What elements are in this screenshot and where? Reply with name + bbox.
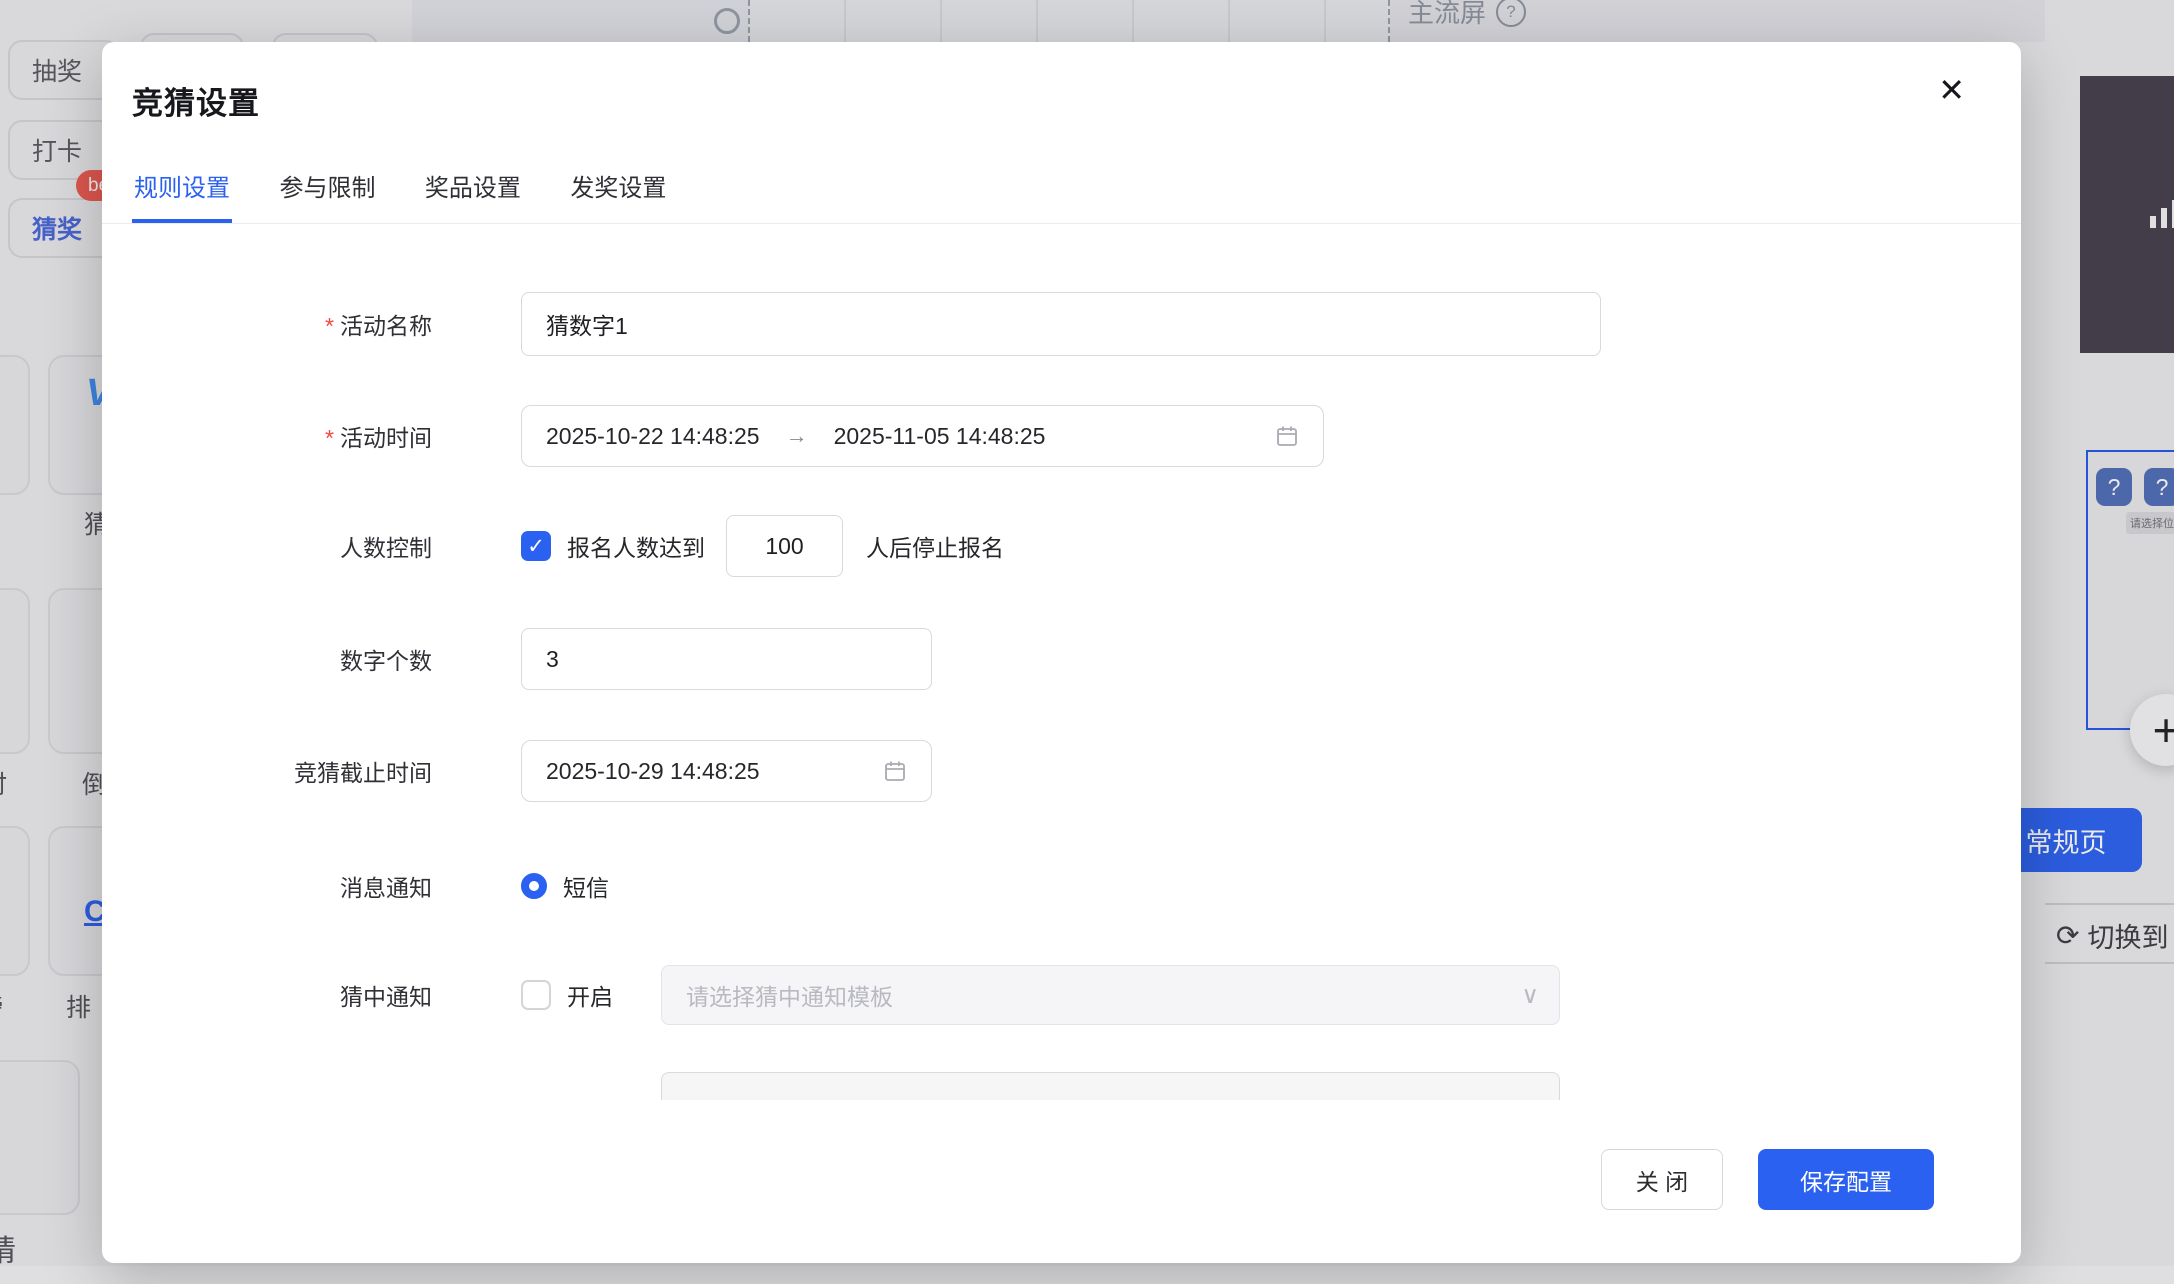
- guess-deadline-label: 竞猜截止时间: [102, 754, 432, 788]
- people-limit-suffix: 人后停止报名: [866, 529, 1004, 563]
- activity-time-row: *活动时间 2025-10-22 14:48:25 → 2025-11-05 1…: [102, 405, 2021, 467]
- digit-count-label: 数字个数: [102, 642, 432, 676]
- win-notify-checkbox[interactable]: [521, 980, 551, 1010]
- required-mark: *: [325, 425, 334, 451]
- end-time-value[interactable]: 2025-11-05 14:48:25: [834, 423, 1046, 450]
- people-limit-checkbox[interactable]: ✓: [521, 531, 551, 561]
- sms-radio[interactable]: [521, 873, 547, 899]
- deadline-value[interactable]: 2025-10-29 14:48:25: [546, 758, 760, 785]
- activity-name-input[interactable]: [521, 292, 1601, 356]
- digit-count-input[interactable]: [521, 628, 932, 690]
- tab-rule-settings[interactable]: 规则设置: [132, 156, 232, 223]
- calendar-icon: [1275, 424, 1299, 448]
- required-mark: *: [325, 313, 334, 339]
- tab-prize-settings[interactable]: 奖品设置: [423, 156, 523, 223]
- tab-participation-limit[interactable]: 参与限制: [277, 156, 377, 223]
- sms-radio-label[interactable]: 短信: [563, 869, 609, 903]
- save-config-button[interactable]: 保存配置: [1758, 1149, 1934, 1210]
- people-limit-checkbox-label[interactable]: 报名人数达到: [567, 529, 705, 563]
- tab-award-settings[interactable]: 发奖设置: [568, 156, 668, 223]
- activity-time-range-picker[interactable]: 2025-10-22 14:48:25 → 2025-11-05 14:48:2…: [521, 405, 1324, 467]
- guess-deadline-row: 竞猜截止时间 2025-10-29 14:48:25: [102, 740, 2021, 802]
- people-limit-input[interactable]: [726, 515, 843, 577]
- win-notify-template-select[interactable]: 请选择猜中通知模板 ∨: [661, 965, 1560, 1025]
- select-placeholder: 请选择猜中通知模板: [686, 978, 893, 1012]
- calendar-icon: [883, 759, 907, 783]
- guess-deadline-picker[interactable]: 2025-10-29 14:48:25: [521, 740, 932, 802]
- win-notify-checkbox-label[interactable]: 开启: [567, 978, 613, 1012]
- check-icon: ✓: [527, 534, 545, 559]
- dialog-title: 竞猜设置: [132, 78, 260, 123]
- close-icon[interactable]: ✕: [1938, 74, 1965, 106]
- win-notify-label: 猜中通知: [102, 978, 432, 1012]
- people-limit-row: 人数控制 ✓ 报名人数达到 人后停止报名: [102, 515, 2021, 577]
- activity-name-label: *活动名称: [102, 307, 432, 341]
- message-notify-row: 消息通知 短信: [102, 864, 2021, 908]
- start-time-value[interactable]: 2025-10-22 14:48:25: [546, 423, 760, 450]
- activity-name-row: *活动名称: [102, 292, 2021, 356]
- message-notify-label: 消息通知: [102, 869, 432, 903]
- win-notify-row: 猜中通知 开启 请选择猜中通知模板 ∨: [102, 965, 2021, 1025]
- chevron-down-icon: ∨: [1521, 981, 1539, 1010]
- clipped-next-field[interactable]: [661, 1072, 1560, 1100]
- dialog-body: *活动名称 *活动时间 2025-10-22 14:48:25 → 2025-1…: [102, 229, 2021, 1100]
- digit-count-row: 数字个数: [102, 628, 2021, 690]
- activity-time-label: *活动时间: [102, 419, 432, 453]
- range-arrow-icon: →: [786, 423, 808, 449]
- people-limit-label: 人数控制: [102, 529, 432, 563]
- close-button[interactable]: 关 闭: [1601, 1149, 1723, 1210]
- guess-settings-dialog: 竞猜设置 ✕ 规则设置 参与限制 奖品设置 发奖设置 *活动名称 *活动时间 2…: [102, 42, 2021, 1263]
- settings-tab-bar: 规则设置 参与限制 奖品设置 发奖设置: [102, 156, 2021, 224]
